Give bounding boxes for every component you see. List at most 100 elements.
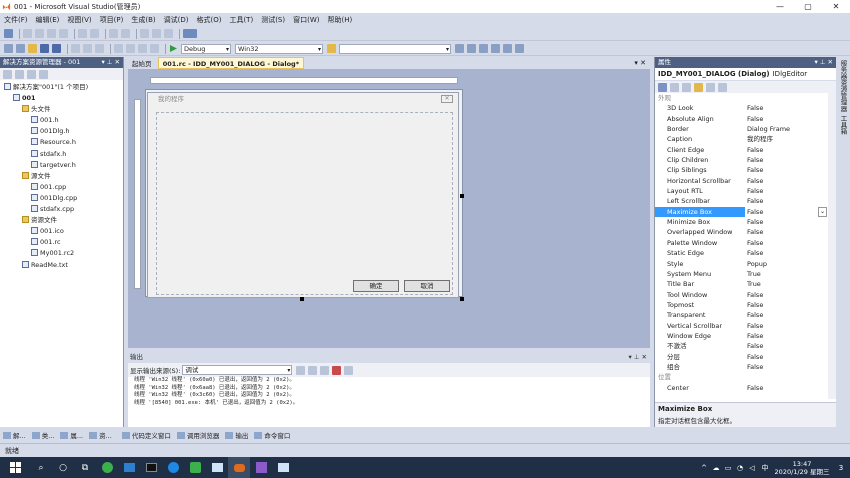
property-row[interactable]: 分层 False <box>655 352 836 362</box>
property-row[interactable]: Overlapped Window False <box>655 227 836 237</box>
menu-view[interactable]: 视图(V) <box>67 15 91 25</box>
tray-wifi-icon[interactable]: ◔ <box>734 457 746 478</box>
tab-code-definition[interactable]: 代码定义窗口 <box>121 430 171 440</box>
tree-item[interactable]: 资源文件 <box>0 215 123 226</box>
property-row[interactable]: Center False <box>655 383 836 393</box>
toolbox-icon[interactable] <box>491 44 500 53</box>
property-row[interactable]: 组合 False <box>655 362 836 372</box>
previous-message-icon[interactable] <box>308 365 318 375</box>
resize-handle-bottom[interactable] <box>300 297 304 301</box>
property-row[interactable]: Style Popup <box>655 259 836 269</box>
menu-project[interactable]: 项目(P) <box>100 15 124 25</box>
tray-volume-icon[interactable]: ◁ <box>746 457 758 478</box>
tree-item[interactable]: stdafx.cpp <box>0 204 123 215</box>
tab-solution[interactable]: 解... <box>3 430 26 440</box>
output-pin-close-icon[interactable]: ▾ ⊥ ✕ <box>628 352 647 363</box>
toggle-grid-icon[interactable] <box>183 29 197 38</box>
property-row[interactable]: Window Edge False <box>655 331 836 341</box>
tree-item[interactable]: 001.h <box>0 115 123 126</box>
property-row[interactable]: Title Bar True <box>655 279 836 289</box>
category-appearance[interactable]: 外观 <box>655 93 836 103</box>
menu-test[interactable]: 测试(S) <box>261 15 285 25</box>
align-top-icon[interactable] <box>47 29 56 38</box>
tree-item[interactable]: 001 <box>0 93 123 104</box>
redo-icon[interactable] <box>126 44 135 53</box>
property-row[interactable]: Maximize Box False ⌄ <box>655 206 836 218</box>
tree-item[interactable]: 头文件 <box>0 104 123 115</box>
tab-class[interactable]: 类... <box>31 430 54 440</box>
find-in-files-icon[interactable] <box>327 44 336 53</box>
tree-item[interactable]: 001.ico <box>0 226 123 237</box>
center-vertical-icon[interactable] <box>78 29 87 38</box>
save-all-icon[interactable] <box>52 44 61 53</box>
tab-command-window[interactable]: 命令窗口 <box>254 430 290 440</box>
cancel-button[interactable]: 取消 <box>404 280 450 292</box>
category-position[interactable]: 位置 <box>655 372 836 382</box>
messages-icon[interactable] <box>706 82 715 92</box>
minimize-button[interactable]: — <box>766 0 794 13</box>
solution-explorer-icon[interactable] <box>455 44 464 53</box>
resize-handle-right[interactable] <box>460 194 464 198</box>
browser-icon[interactable] <box>96 457 118 478</box>
windows-start-icon[interactable] <box>0 457 30 478</box>
tab-dropdown-close-icon[interactable]: ▾ ✕ <box>634 57 646 69</box>
app-window-icon[interactable] <box>206 457 228 478</box>
resize-handle-corner[interactable] <box>460 297 464 301</box>
output-source-select[interactable]: 调试 <box>182 365 293 375</box>
property-row[interactable]: System Menu True <box>655 269 836 279</box>
tree-item[interactable]: 001Dlg.h <box>0 126 123 137</box>
tree-item[interactable]: 解决方案"001"(1 个项目) <box>0 82 123 93</box>
property-row[interactable]: Palette Window False <box>655 238 836 248</box>
make-same-height-icon[interactable] <box>152 29 161 38</box>
menu-window[interactable]: 窗口(W) <box>293 15 319 25</box>
paste-icon[interactable] <box>95 44 104 53</box>
property-row[interactable]: 不激活 False <box>655 341 836 351</box>
menu-build[interactable]: 生成(B) <box>131 15 155 25</box>
properties-window-icon[interactable] <box>467 44 476 53</box>
property-row[interactable]: Topmost False <box>655 300 836 310</box>
tree-item[interactable]: 001Dlg.cpp <box>0 193 123 204</box>
property-row[interactable]: Left Scrollbar False <box>655 196 836 206</box>
new-project-icon[interactable] <box>4 44 13 53</box>
tray-expand-icon[interactable]: ^ <box>698 457 710 478</box>
property-row[interactable]: 3D Look False <box>655 103 836 113</box>
search-icon[interactable]: ⌕ <box>30 457 52 478</box>
visual-studio-2010-icon[interactable] <box>228 457 250 478</box>
properties-pin-close-icon[interactable]: ▾ ⊥ ✕ <box>814 57 833 68</box>
property-row[interactable]: Client Edge False <box>655 145 836 155</box>
solution-platform-select[interactable]: Win32 <box>235 43 323 54</box>
running-app-icon[interactable] <box>272 457 294 478</box>
start-debugging-icon[interactable] <box>169 44 178 53</box>
property-row[interactable]: Layout RTL False <box>655 186 836 196</box>
taskbar-clock[interactable]: 13:47 2020/1/29 星期三 <box>772 460 832 476</box>
tab-dialog-resource[interactable]: 001.rc - IDD_MY001_DIALOG - Dialog* <box>157 57 305 69</box>
output-text[interactable]: 线程 'Win32 线程' (0x60a0) 已退出，返回值为 2 (0x2)。… <box>128 377 650 407</box>
property-row[interactable]: Caption 我的程序 <box>655 134 836 144</box>
tab-call-browser[interactable]: 调用浏览器 <box>176 430 219 440</box>
alphabetical-icon[interactable] <box>670 82 679 92</box>
menu-file[interactable]: 文件(F) <box>4 15 28 25</box>
align-bottom-icon[interactable] <box>59 29 68 38</box>
app-icon[interactable] <box>118 457 140 478</box>
tab-property-manager[interactable]: 属... <box>60 430 83 440</box>
menu-debug[interactable]: 调试(D) <box>164 15 189 25</box>
find-message-icon[interactable] <box>296 365 306 375</box>
property-dropdown-icon[interactable]: ⌄ <box>818 206 827 218</box>
show-all-files-icon[interactable] <box>15 69 24 79</box>
visual-studio-icon[interactable] <box>250 457 272 478</box>
extension-manager-icon[interactable] <box>503 44 512 53</box>
property-row[interactable]: Absolute Align False <box>655 114 836 124</box>
tree-item[interactable]: stdafx.h <box>0 149 123 160</box>
find-combo[interactable] <box>339 43 451 54</box>
notification-center-icon[interactable]: 3 <box>832 457 850 478</box>
property-row[interactable]: Clip Siblings False <box>655 165 836 175</box>
tab-output[interactable]: 输出 <box>225 430 248 440</box>
tree-item[interactable]: 001.cpp <box>0 182 123 193</box>
open-file-icon[interactable] <box>28 44 37 53</box>
terminal-icon[interactable] <box>140 457 162 478</box>
view-class-diagram-icon[interactable] <box>39 69 48 79</box>
center-horizontal-icon[interactable] <box>90 29 99 38</box>
properties-object-selector[interactable]: IDD_MY001_DIALOG (Dialog) IDlgEditor <box>655 68 836 81</box>
task-view-icon[interactable]: ⧉ <box>74 457 96 478</box>
clear-all-icon[interactable] <box>332 365 342 375</box>
